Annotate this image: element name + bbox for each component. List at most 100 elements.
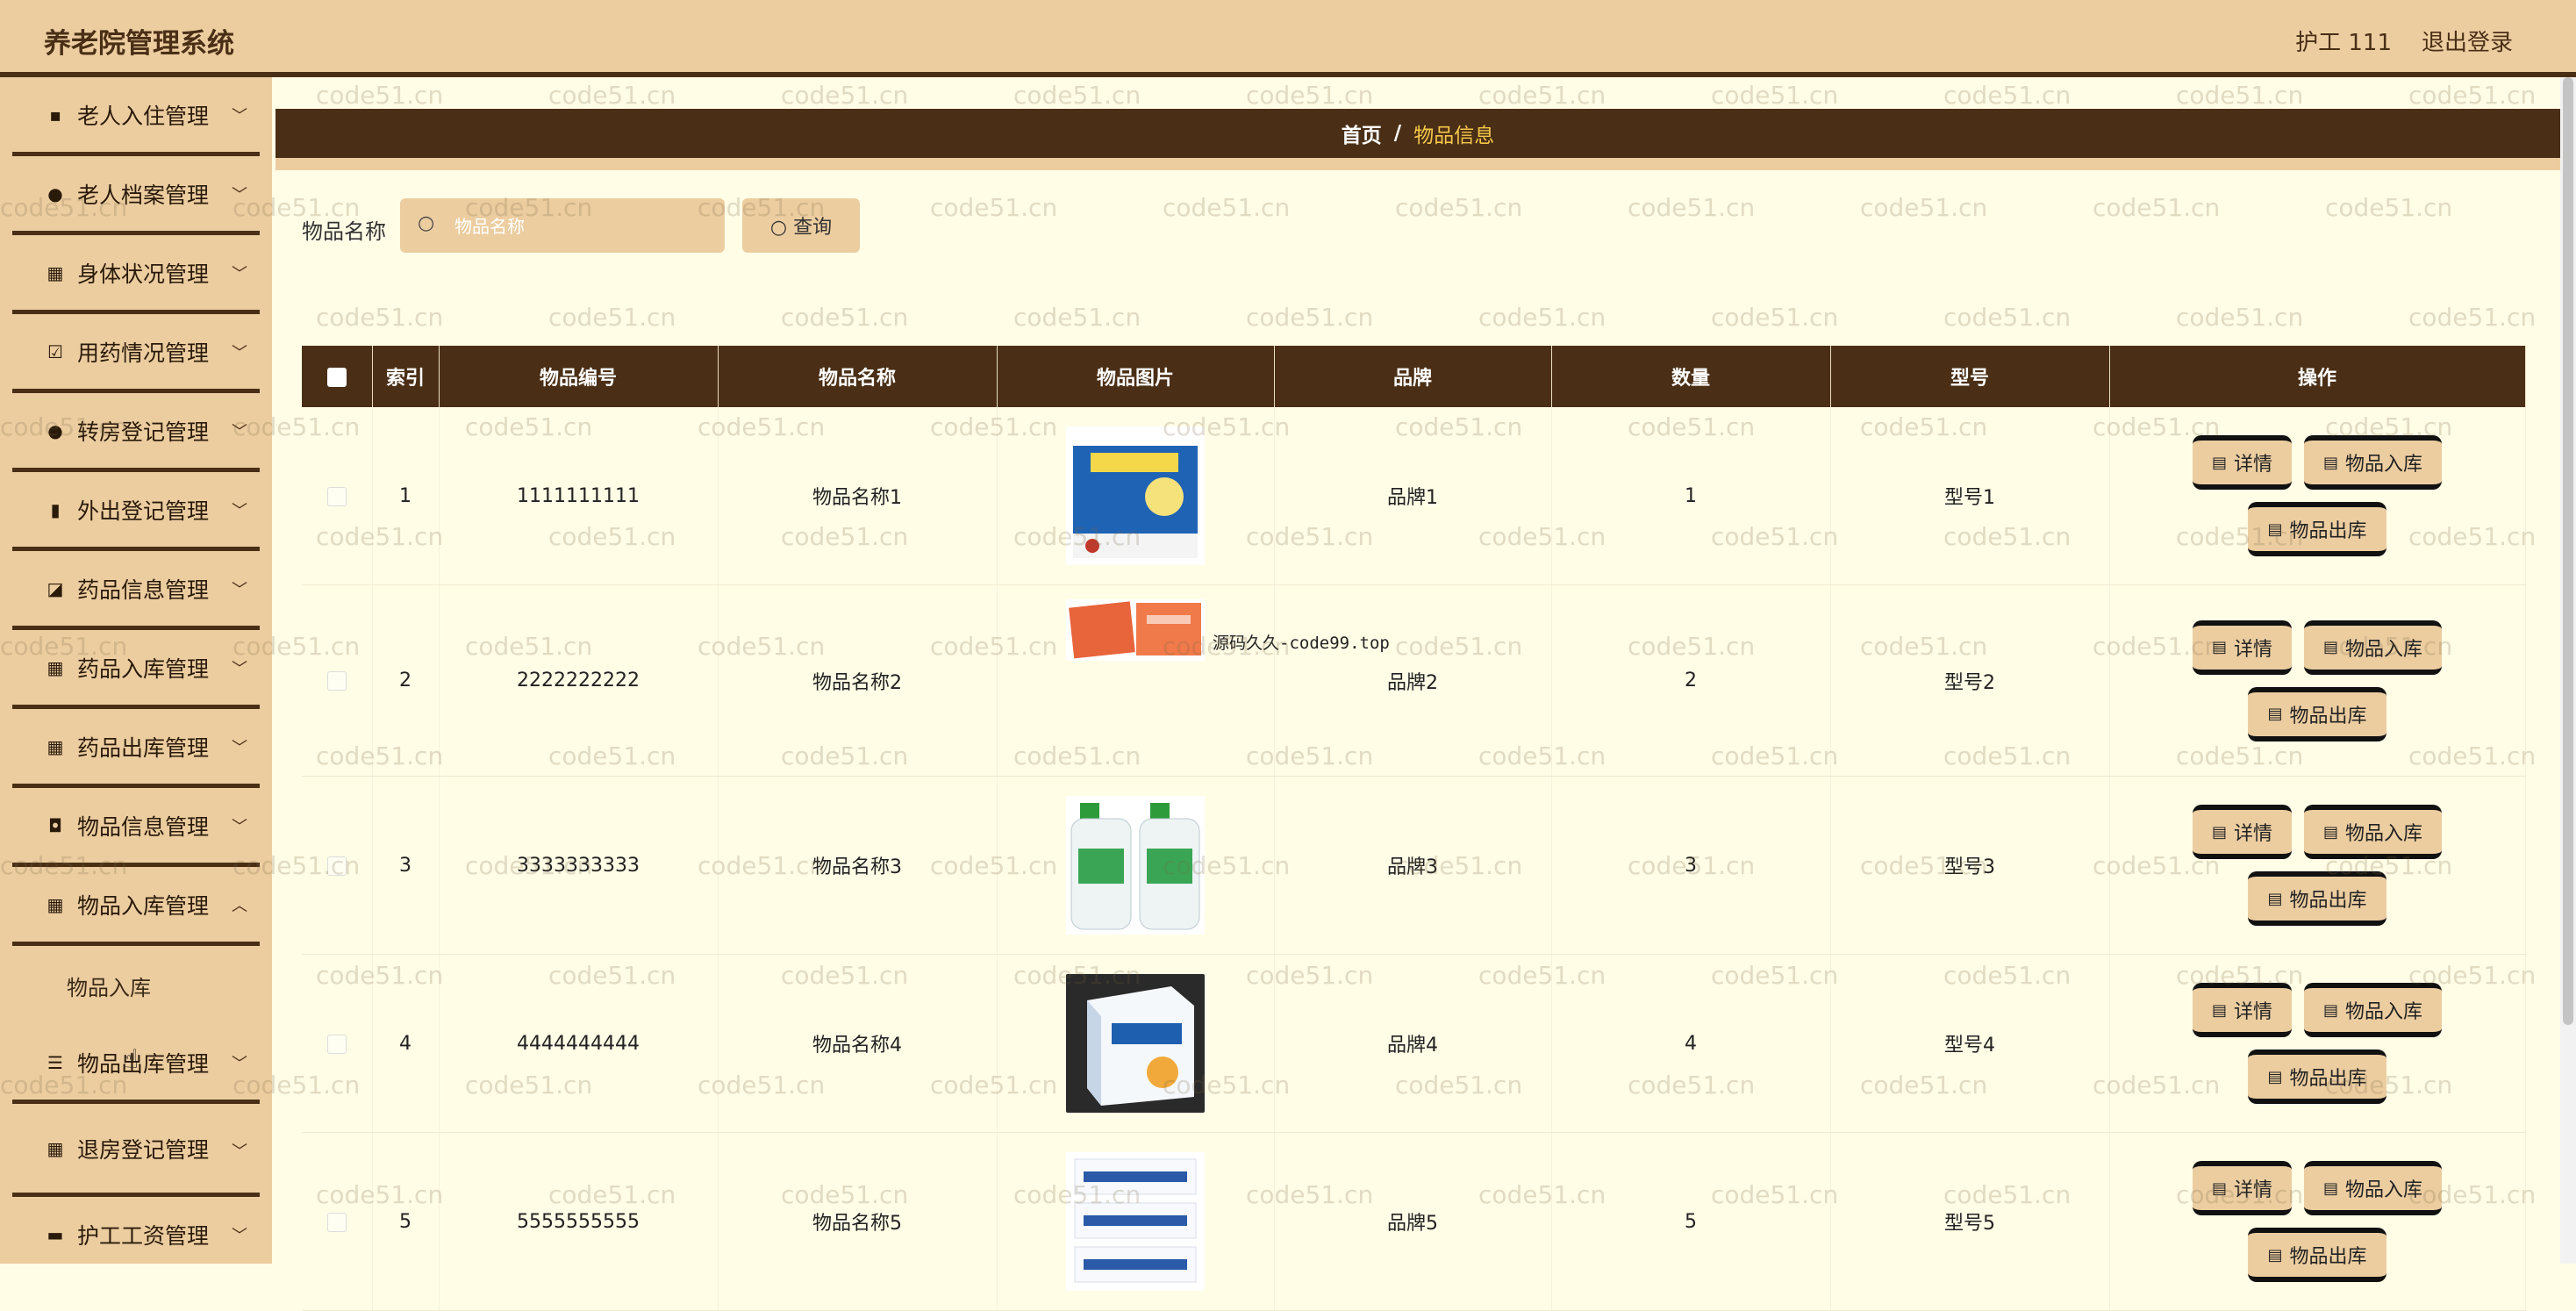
document-icon: ▤ — [2267, 1245, 2283, 1264]
cell-actions: ▤ 详情 ▤ 物品入库 ▤ 物品出库 — [2109, 954, 2526, 1133]
sidebar-item-label: 物品信息管理 — [77, 813, 210, 840]
stock-in-button[interactable]: ▤ 物品入库 — [2304, 983, 2443, 1037]
main-content: 首页 / 物品信息 物品名称 ○ ○ 查询 索引 物品编号 物品名称 物品图片 … — [272, 77, 2560, 1311]
briefcase-icon: ◘ — [48, 814, 62, 836]
stock-out-button[interactable]: ▤ 物品出库 — [2248, 871, 2386, 926]
logout-link[interactable]: 退出登录 — [2422, 25, 2513, 57]
sidebar-item-drug-out[interactable]: ▦ 药品出库管理 ﹀ — [12, 709, 260, 788]
detail-button[interactable]: ▤ 详情 — [2192, 435, 2292, 490]
stock-in-button[interactable]: ▤ 物品入库 — [2304, 1161, 2443, 1215]
breadcrumb-home[interactable]: 首页 — [1342, 118, 1382, 148]
stock-out-button[interactable]: ▤ 物品出库 — [2248, 1050, 2386, 1104]
chevron-down-icon: ﹀ — [232, 186, 247, 204]
scrollbar-thumb[interactable] — [2563, 77, 2573, 1025]
sidebar-item-label: 老人档案管理 — [77, 182, 210, 208]
chevron-down-icon: ﹀ — [232, 581, 247, 599]
sidebar-item-health[interactable]: ▦ 身体状况管理 ﹀ — [12, 235, 260, 314]
grid-icon: ▦ — [47, 261, 64, 283]
chevron-down-icon: ﹀ — [232, 1055, 247, 1073]
col-qty: 数量 — [1551, 346, 1831, 407]
sidebar-item-drug-in[interactable]: ▦ 药品入库管理 ﹀ — [12, 630, 260, 709]
cell-index: 5 — [372, 1132, 440, 1311]
detail-button-label: 详情 — [2233, 454, 2272, 476]
chevron-down-icon: ﹀ — [232, 739, 247, 757]
cell-code: 2222222222 — [439, 584, 719, 777]
search-icon: ○ — [418, 212, 435, 234]
col-actions: 操作 — [2109, 346, 2526, 407]
chevron-down-icon: ﹀ — [232, 502, 247, 520]
bulb-icon: ● — [47, 419, 63, 441]
app-title: 养老院管理系统 — [44, 28, 234, 60]
stock-out-button-label: 物品出库 — [2289, 705, 2367, 727]
document-icon: ▤ — [2323, 1178, 2339, 1198]
row-checkbox[interactable] — [302, 1132, 373, 1311]
stock-out-button[interactable]: ▤ 物品出库 — [2248, 1228, 2386, 1282]
items-table: 索引 物品编号 物品名称 物品图片 品牌 数量 型号 操作 1 11111111… — [302, 346, 2526, 1311]
vertical-scrollbar[interactable] — [2560, 77, 2576, 1264]
chevron-down-icon: ﹀ — [232, 1143, 247, 1161]
cell-code: 4444444444 — [439, 954, 719, 1133]
detail-button-label: 详情 — [2233, 823, 2272, 845]
sidebar-item-item-info[interactable]: ◘ 物品信息管理 ﹀ — [12, 788, 260, 867]
document-icon: ▤ — [2323, 638, 2339, 656]
breadcrumb-current: 物品信息 — [1413, 125, 1495, 147]
sidebar-item-elder-checkin[interactable]: ▪ 老人入住管理 ﹀ — [12, 77, 260, 156]
detail-button[interactable]: ▤ 详情 — [2192, 805, 2292, 859]
row-checkbox[interactable] — [302, 776, 373, 955]
search-field[interactable]: ○ — [400, 198, 725, 253]
cell-name: 物品名称5 — [718, 1132, 998, 1311]
cell-code: 5555555555 — [439, 1132, 719, 1311]
sidebar-item-label: 药品信息管理 — [77, 577, 210, 603]
sidebar: ▪ 老人入住管理 ﹀ ● 老人档案管理 ﹀ ▦ 身体状况管理 ﹀ ☑ 用药情况管… — [0, 77, 272, 1264]
sidebar-item-drug-info[interactable]: ◪ 药品信息管理 ﹀ — [12, 551, 260, 630]
cell-qty: 3 — [1551, 776, 1831, 955]
search-button[interactable]: ○ 查询 — [742, 198, 860, 253]
document-icon: ▤ — [2267, 889, 2283, 908]
search-input[interactable] — [453, 209, 711, 244]
stock-out-button[interactable]: ▤ 物品出库 — [2248, 502, 2386, 556]
current-user[interactable]: 护工 111 — [2295, 25, 2392, 57]
sidebar-item-checkout[interactable]: ▦ 退房登记管理 ﹀ — [12, 1104, 260, 1197]
cell-index: 3 — [372, 776, 440, 955]
row-checkbox[interactable] — [302, 954, 373, 1133]
sidebar-item-label: 用药情况管理 — [77, 340, 210, 366]
table-row: 3 3333333333 物品名称3 品牌3 3 型号3 ▤ 详情 ▤ 物品入库… — [302, 776, 2526, 955]
detail-button[interactable]: ▤ 详情 — [2192, 983, 2292, 1037]
sidebar-item-wages[interactable]: ▬ 护工工资管理 ﹀ — [12, 1197, 260, 1264]
sidebar-item-room-transfer[interactable]: ● 转房登记管理 ﹀ — [12, 393, 260, 472]
bar-chart-icon: ▮ — [50, 498, 61, 520]
cell-index: 1 — [372, 407, 440, 585]
sidebar-item-outing[interactable]: ▮ 外出登记管理 ﹀ — [12, 472, 260, 551]
sidebar-item-medication[interactable]: ☑ 用药情况管理 ﹀ — [12, 314, 260, 393]
source-overlay-text: 源码久久-code99.top — [1213, 634, 1390, 653]
stock-in-button[interactable]: ▤ 物品入库 — [2304, 620, 2443, 675]
detail-button[interactable]: ▤ 详情 — [2192, 620, 2292, 675]
sidebar-item-label: 转房登记管理 — [77, 419, 210, 445]
document-icon: ▤ — [2211, 638, 2227, 656]
select-all-checkbox[interactable] — [302, 346, 373, 407]
detergent-bottles-image — [1066, 796, 1205, 935]
stock-in-button[interactable]: ▤ 物品入库 — [2304, 805, 2443, 859]
stock-in-button[interactable]: ▤ 物品入库 — [2304, 435, 2443, 490]
cell-code: 1111111111 — [439, 407, 719, 585]
chevron-down-icon: ﹀ — [232, 423, 247, 441]
row-checkbox[interactable] — [302, 407, 373, 585]
breadcrumb: 首页 / 物品信息 — [275, 109, 2560, 170]
sidebar-subitem-item-in[interactable]: 物品入库 — [12, 946, 260, 1025]
medicine-box-image — [1066, 426, 1205, 565]
row-checkbox[interactable] — [302, 584, 373, 777]
grid-icon: ▦ — [47, 656, 64, 678]
cell-image — [997, 407, 1275, 585]
detail-button-label: 详情 — [2233, 1001, 2272, 1023]
detail-button[interactable]: ▤ 详情 — [2192, 1161, 2292, 1215]
grid-icon: ▦ — [47, 735, 64, 757]
cell-qty: 5 — [1551, 1132, 1831, 1311]
top-header: 养老院管理系统 护工 111 退出登录 — [0, 0, 2576, 77]
chevron-down-icon: ﹀ — [232, 265, 247, 283]
sidebar-item-elder-archive[interactable]: ● 老人档案管理 ﹀ — [12, 156, 260, 235]
stock-out-button[interactable]: ▤ 物品出库 — [2248, 686, 2386, 741]
col-brand: 品牌 — [1274, 346, 1552, 407]
sidebar-item-label: 外出登记管理 — [77, 498, 210, 524]
cell-index: 4 — [372, 954, 440, 1133]
sidebar-item-item-in[interactable]: ▦ 物品入库管理 ︿ — [12, 867, 260, 946]
